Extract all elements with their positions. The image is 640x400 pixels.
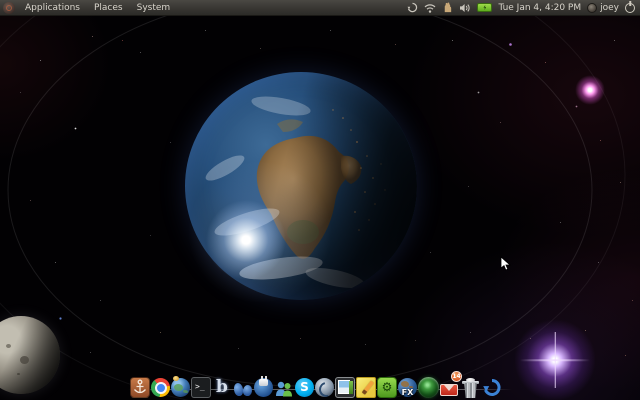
top-panel: Applications Places System T (0, 0, 640, 16)
skype-icon[interactable]: S (295, 378, 314, 397)
firefox-icon[interactable]: FX (398, 378, 417, 397)
mail-notifier-icon[interactable]: 14 (440, 375, 460, 396)
power-icon[interactable] (625, 3, 635, 13)
volume-icon[interactable] (459, 3, 471, 13)
wifi-icon[interactable] (424, 3, 436, 13)
user-name: joey (600, 3, 619, 13)
user-avatar (587, 3, 597, 13)
user-menu[interactable]: joey (587, 3, 619, 13)
menu-places[interactable]: Places (88, 2, 129, 14)
dock: >_ b S ⚙ FX 14 (130, 375, 502, 398)
envelope-icon (440, 384, 458, 396)
green-orb-icon[interactable] (418, 377, 439, 398)
distro-logo-icon[interactable] (3, 2, 15, 14)
buddies-icon[interactable] (274, 377, 294, 398)
desktop-screen: Applications Places System T (0, 0, 640, 400)
package-manager-icon[interactable]: ⚙ (377, 377, 397, 398)
chrome-icon[interactable] (151, 378, 170, 397)
clock[interactable]: Tue Jan 4, 4:20 PM (498, 3, 581, 13)
trash-icon[interactable] (461, 377, 481, 398)
tomboy-notes-icon[interactable] (356, 377, 376, 398)
refresh-icon[interactable] (482, 377, 502, 398)
purple-star (515, 320, 595, 400)
terminal-icon[interactable]: >_ (191, 377, 211, 398)
sun-glint (203, 200, 289, 280)
menu-system[interactable]: System (131, 2, 177, 14)
mouse-cursor (500, 256, 512, 272)
blue-paws-icon[interactable] (233, 377, 253, 398)
earth (185, 72, 417, 300)
sync-icon[interactable] (407, 2, 418, 13)
wallpaper (0, 0, 640, 400)
hand-icon[interactable] (442, 2, 453, 13)
photos-monitor-icon[interactable] (335, 377, 355, 398)
magenta-star (575, 75, 605, 105)
web-globe-icon[interactable] (171, 378, 190, 397)
docky-anchor-icon[interactable] (130, 377, 150, 398)
banshee-icon[interactable]: b (212, 377, 232, 398)
trash-can (463, 383, 478, 398)
robot-messenger-icon[interactable] (254, 378, 273, 397)
menu-applications[interactable]: Applications (19, 2, 86, 14)
swirl-app-icon[interactable] (315, 378, 334, 397)
battery-indicator[interactable] (477, 3, 492, 12)
